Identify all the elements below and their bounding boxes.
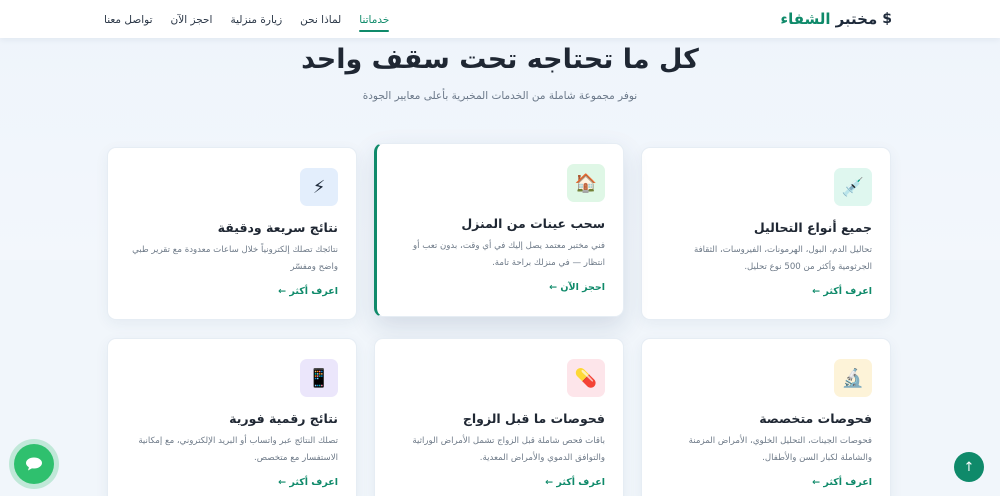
card-description: فحوصات الجينات، التحليل الخلوي، الأمراض … bbox=[688, 436, 872, 463]
card-title: سحب عينات من المنزل bbox=[461, 216, 605, 231]
card-title: نتائج سريعة ودقيقة bbox=[217, 220, 338, 235]
nav-home-visit[interactable]: زيارة منزلية bbox=[230, 4, 282, 34]
learn-more-link[interactable]: اعرف أكثر ← bbox=[278, 477, 338, 488]
arrow-up-icon: ↑ bbox=[963, 459, 975, 475]
site-header: $ مختبر الشفاء خدماتنا لماذا نحن زيارة م… bbox=[0, 0, 1000, 38]
logo[interactable]: $ مختبر الشفاء bbox=[780, 10, 892, 28]
service-card-specialized: 🔬 فحوصات متخصصة فحوصات الجينات، التحليل … bbox=[641, 338, 891, 496]
nav-book-now[interactable]: احجز الآن bbox=[171, 4, 213, 34]
service-card-all-tests: 💉 جميع أنواع التحاليل تحاليل الدم، البول… bbox=[641, 147, 891, 320]
service-card-fast-results: ⚡ نتائج سريعة ودقيقة نتائجك تصلك إلكترون… bbox=[107, 147, 357, 320]
microscope-icon: 🔬 bbox=[834, 359, 872, 397]
section-subtitle: نوفر مجموعة شاملة من الخدمات المخبرية بأ… bbox=[362, 90, 638, 102]
logo-text: مختبر bbox=[835, 10, 878, 28]
main-nav: خدماتنا لماذا نحن زيارة منزلية احجز الآن… bbox=[104, 4, 390, 34]
phone-icon: 📱 bbox=[300, 359, 338, 397]
chat-button[interactable] bbox=[14, 444, 54, 484]
card-title: جميع أنواع التحاليل bbox=[753, 220, 872, 235]
service-card-premarital: 💊 فحوصات ما قبل الزواج باقات فحص شاملة ق… bbox=[374, 338, 624, 496]
logo-icon: $ bbox=[882, 11, 892, 27]
card-description: تصلك النتائج عبر واتساب أو البريد الإلكت… bbox=[138, 436, 338, 463]
card-title: نتائج رقمية فورية bbox=[229, 411, 338, 426]
learn-more-link[interactable]: اعرف أكثر ← bbox=[812, 286, 872, 297]
card-title: فحوصات ما قبل الزواج bbox=[462, 411, 605, 426]
card-description: تحاليل الدم، البول، الهرمونات، الفيروسات… bbox=[693, 245, 872, 272]
logo-accent: الشفاء bbox=[780, 10, 831, 28]
nav-contact[interactable]: تواصل معنا bbox=[104, 4, 153, 34]
nav-services[interactable]: خدماتنا bbox=[359, 4, 390, 34]
home-icon: 🏠 bbox=[567, 164, 605, 202]
lightning-icon: ⚡ bbox=[300, 168, 338, 206]
nav-why-us[interactable]: لماذا نحن bbox=[300, 4, 341, 34]
service-card-digital-results: 📱 نتائج رقمية فورية تصلك النتائج عبر وات… bbox=[107, 338, 357, 496]
syringe-icon: 💉 bbox=[834, 168, 872, 206]
card-description: باقات فحص شاملة قبل الزواج تشمل الأمراض … bbox=[412, 436, 605, 463]
learn-more-link[interactable]: اعرف أكثر ← bbox=[545, 477, 605, 488]
card-description: نتائجك تصلك إلكترونياً خلال ساعات معدودة… bbox=[132, 245, 338, 272]
scroll-to-top-button[interactable]: ↑ bbox=[954, 452, 984, 482]
chat-icon bbox=[26, 457, 42, 471]
learn-more-link[interactable]: اعرف أكثر ← bbox=[812, 477, 872, 488]
pill-icon: 💊 bbox=[567, 359, 605, 397]
learn-more-link[interactable]: اعرف أكثر ← bbox=[278, 286, 338, 297]
service-card-home-sampling: 🏠 سحب عينات من المنزل فني مختبر معتمد يص… bbox=[374, 143, 624, 317]
section-title: كل ما تحتاجه تحت سقف واحد bbox=[301, 44, 699, 75]
card-description: فني مختبر معتمد يصل إليك في أي وقت، بدون… bbox=[412, 241, 605, 268]
card-title: فحوصات متخصصة bbox=[759, 411, 872, 426]
book-now-link[interactable]: احجز الآن ← bbox=[549, 282, 605, 293]
